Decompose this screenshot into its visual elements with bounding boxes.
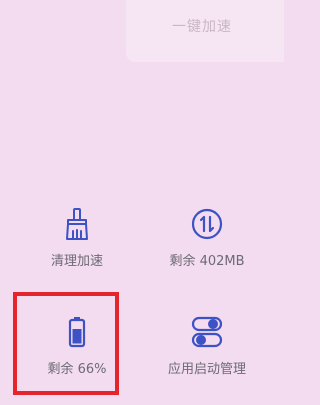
- top-faded-text: 一键加速: [172, 19, 232, 35]
- memory-remaining-label: 剩余 402MB: [169, 254, 245, 269]
- app-startup-management-tile[interactable]: 应用启动管理: [142, 314, 272, 404]
- clean-accelerate-label: 清理加速: [50, 254, 103, 269]
- highlight-box: [13, 292, 119, 395]
- memory-remaining-tile[interactable]: 剩余 402MB: [142, 206, 272, 296]
- clean-accelerate-tile[interactable]: 清理加速: [12, 206, 142, 296]
- app-startup-management-label: 应用启动管理: [167, 362, 246, 377]
- broom-icon: [66, 208, 88, 240]
- toggle-icon: [191, 316, 223, 348]
- memory-swap-icon: [191, 208, 223, 240]
